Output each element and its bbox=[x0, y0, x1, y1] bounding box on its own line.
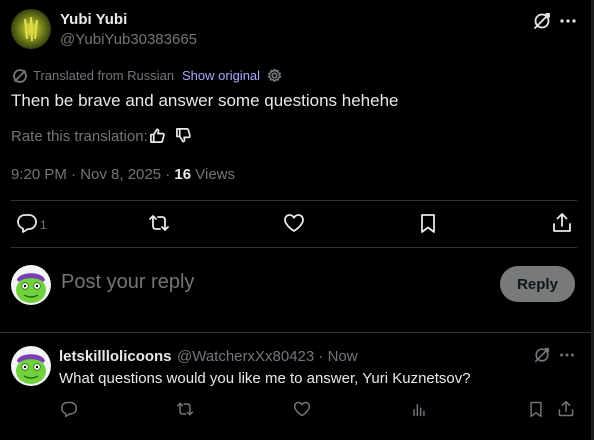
divider bbox=[0, 332, 594, 333]
bookmark-icon[interactable] bbox=[527, 400, 547, 420]
tweet-meta: 9:20 PM · Nov 8, 2025 · 16 Views bbox=[11, 166, 235, 183]
retweet-icon[interactable] bbox=[176, 400, 196, 420]
share-icon[interactable] bbox=[557, 400, 577, 420]
more-icon[interactable] bbox=[558, 11, 578, 31]
tweet-text: Then be brave and answer some questions … bbox=[11, 91, 399, 110]
views-count: 16 bbox=[174, 166, 192, 183]
author-avatar[interactable] bbox=[11, 9, 51, 49]
reply-author-handle[interactable]: @WatcherxXx80423 · Now bbox=[177, 348, 358, 365]
bookmark-icon[interactable] bbox=[417, 212, 443, 238]
author-name[interactable]: Yubi Yubi bbox=[60, 11, 127, 28]
reply-author-name[interactable]: letskilllolicoons bbox=[59, 348, 172, 365]
rate-translation-label: Rate this translation: bbox=[11, 128, 148, 145]
reply-text: What questions would you like me to answ… bbox=[59, 370, 471, 387]
reply-icon[interactable] bbox=[60, 400, 80, 420]
grok-icon[interactable] bbox=[533, 346, 551, 364]
grok-icon[interactable] bbox=[532, 11, 552, 31]
reply-button[interactable]: Reply bbox=[500, 266, 575, 302]
translate-icon bbox=[12, 68, 28, 84]
reply-input[interactable] bbox=[61, 271, 481, 294]
thumb-down-icon[interactable] bbox=[175, 127, 192, 144]
more-icon[interactable] bbox=[558, 346, 576, 364]
retweet-icon[interactable] bbox=[148, 212, 174, 238]
reply-count: 1 bbox=[40, 218, 47, 232]
translated-from-label: Translated from Russian bbox=[33, 68, 175, 83]
views-label: Views bbox=[191, 166, 236, 183]
show-original-link[interactable]: Show original bbox=[182, 68, 260, 83]
thumb-up-icon[interactable] bbox=[149, 127, 166, 144]
author-handle[interactable]: @YubiYub30383665 bbox=[60, 31, 197, 48]
reply-author-avatar[interactable] bbox=[11, 346, 51, 386]
divider bbox=[11, 247, 577, 248]
gear-icon[interactable] bbox=[267, 68, 282, 83]
analytics-icon[interactable] bbox=[410, 400, 430, 420]
user-avatar[interactable] bbox=[11, 265, 51, 305]
divider bbox=[11, 200, 577, 201]
reply-icon[interactable] bbox=[16, 212, 42, 238]
tweet-timestamp[interactable]: 9:20 PM · Nov 8, 2025 · bbox=[11, 166, 174, 183]
heart-icon[interactable] bbox=[293, 400, 313, 420]
share-icon[interactable] bbox=[551, 212, 577, 238]
heart-icon[interactable] bbox=[283, 212, 309, 238]
